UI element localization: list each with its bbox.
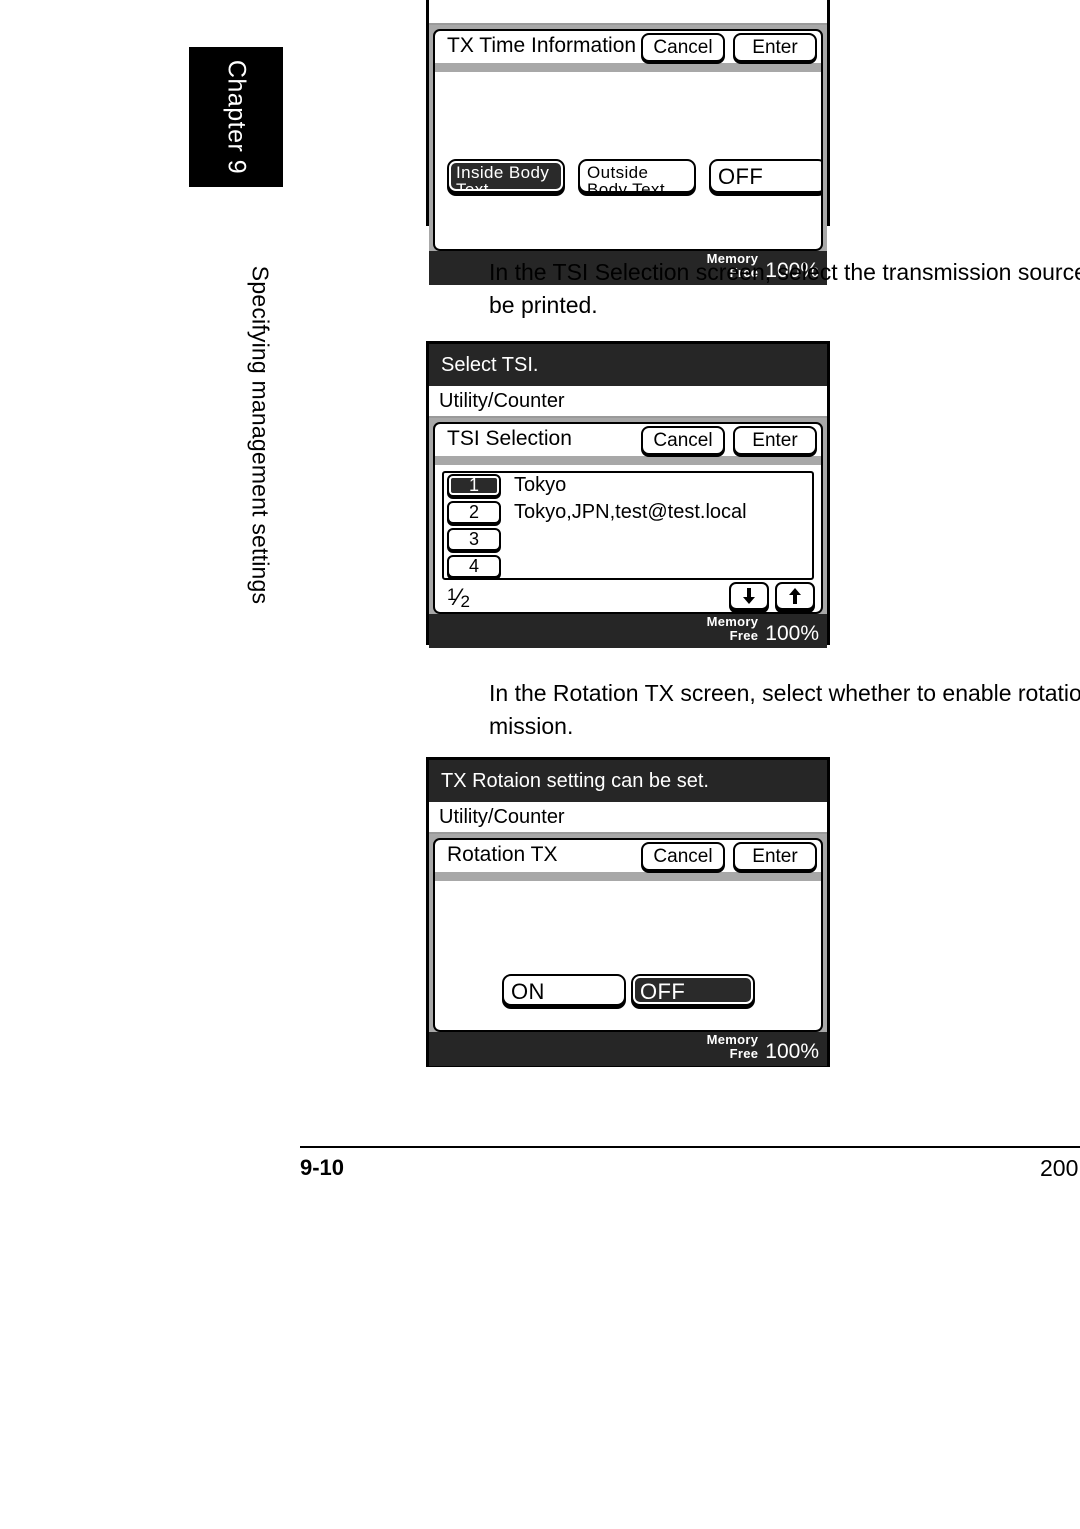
softkey-outside-body-text[interactable]: Outside Body Text	[578, 159, 696, 193]
lcd-panel-rotation-tx: TX Rotaion setting can be set. Utility/C…	[426, 757, 830, 1067]
running-head: Specifying management settings	[240, 225, 280, 645]
memory-label-line2: Free	[729, 1046, 759, 1061]
lcd-body-1: TX Time Information Cancel Enter Inside …	[429, 25, 827, 251]
dialog-title-2: TSI Selection	[447, 427, 572, 450]
dialog-tsi-selection: TSI Selection Cancel Enter 1 Tokyo 2 Tok…	[433, 422, 823, 614]
scroll-up-button[interactable]	[775, 582, 815, 610]
dialog-rotation-tx: Rotation TX Cancel Enter ON OFF	[433, 838, 823, 1032]
arrow-down-icon	[741, 587, 757, 605]
page-number: 9-10	[300, 1155, 345, 1180]
lcd-panel-tx-time-information: TX Time Information Cancel Enter Inside …	[426, 0, 830, 285]
arrow-up-icon	[787, 587, 803, 605]
chapter-tab-label: Chapter 9	[222, 59, 251, 175]
cancel-button-3[interactable]: Cancel	[641, 842, 725, 871]
cancel-button-2[interactable]: Cancel	[641, 426, 725, 455]
lcd-panel-tsi-selection: Select TSI. Utility/Counter TSI Selectio…	[426, 341, 830, 648]
dialog-titlebar-2: TSI Selection Cancel Enter	[435, 424, 821, 465]
list-item[interactable]: 1 Tokyo	[444, 473, 812, 500]
dialog-titlebar-3: Rotation TX Cancel Enter	[435, 840, 821, 881]
tsi-row-text-2: Tokyo,JPN,test@test.local	[514, 501, 747, 523]
memory-label-line1: Memory	[706, 614, 759, 629]
dialog-title-rule-1	[435, 63, 821, 72]
memory-percent-2: 100%	[765, 622, 819, 645]
lcd-body-2: TSI Selection Cancel Enter 1 Tokyo 2 Tok…	[429, 418, 827, 614]
memory-label-line1: Memory	[706, 1032, 759, 1047]
list-item[interactable]: 4	[444, 554, 812, 581]
chapter-tab: Chapter 9	[189, 47, 283, 187]
lcd-status-bar-2: Memory Free 100%	[429, 614, 827, 648]
tsi-number-key-2[interactable]: 2	[447, 501, 501, 524]
lcd-prompt-bar-2: Select TSI.	[429, 344, 827, 386]
lcd-menu-bar-3: Utility/Counter	[429, 802, 827, 834]
dialog-tx-time-information: TX Time Information Cancel Enter Inside …	[433, 29, 823, 251]
lcd-menu-bar-1	[429, 0, 827, 25]
footer-rule	[300, 1146, 1080, 1148]
manual-page: Chapter 9 Specifying management settings…	[0, 0, 1080, 1529]
memory-label-2: Memory Free	[707, 615, 759, 645]
body-paragraph-1: In the TSI Selection screen, select the …	[489, 259, 1080, 318]
cancel-button-1[interactable]: Cancel	[641, 33, 725, 62]
list-item[interactable]: 2 Tokyo,JPN,test@test.local	[444, 500, 812, 527]
lcd-menu-bar-2: Utility/Counter	[429, 386, 827, 418]
memory-label-3: Memory Free	[707, 1033, 759, 1063]
list-item[interactable]: 3	[444, 527, 812, 554]
tsi-number-key-3[interactable]: 3	[447, 528, 501, 551]
tsi-number-key-4[interactable]: 4	[447, 555, 501, 578]
softkey-inside-body-text[interactable]: Inside Body Text	[447, 159, 565, 193]
tsi-row-text-1: Tokyo	[514, 474, 567, 496]
dialog-title-rule-2	[435, 456, 821, 465]
scroll-down-button[interactable]	[729, 582, 769, 610]
tsi-number-key-1[interactable]: 1	[447, 474, 501, 497]
enter-button-3[interactable]: Enter	[733, 842, 817, 871]
lcd-prompt-bar-3: TX Rotaion setting can be set.	[429, 760, 827, 802]
softkey-rotation-on[interactable]: ON	[502, 974, 626, 1006]
softkey-off[interactable]: OFF	[709, 159, 821, 193]
running-head-label: Specifying management settings	[247, 265, 274, 605]
dialog-title-3: Rotation TX	[447, 843, 558, 866]
dialog-titlebar-1: TX Time Information Cancel Enter	[435, 31, 821, 72]
memory-percent-3: 100%	[765, 1040, 819, 1063]
softkey-rotation-off[interactable]: OFF	[631, 974, 755, 1006]
page-denominator: 2	[460, 592, 470, 611]
memory-indicator-2: Memory Free 100%	[707, 615, 819, 645]
tsi-list: 1 Tokyo 2 Tokyo,JPN,test@test.local 3 4	[442, 471, 814, 580]
page-indicator: 1⁄2	[447, 584, 470, 612]
dialog-title-rule-3	[435, 872, 821, 881]
lcd-status-bar-3: Memory Free 100%	[429, 1032, 827, 1066]
body-paragraph-2: In the Rotation TX screen, select whethe…	[489, 680, 1080, 739]
memory-label-line2: Free	[729, 628, 759, 643]
dialog-title-1: TX Time Information	[447, 34, 637, 57]
lcd-body-3: Rotation TX Cancel Enter ON OFF	[429, 834, 827, 1032]
enter-button-2[interactable]: Enter	[733, 426, 817, 455]
memory-indicator-3: Memory Free 100%	[707, 1033, 819, 1063]
footer-right-text: 200	[1040, 1155, 1079, 1181]
enter-button-1[interactable]: Enter	[733, 33, 817, 62]
page-numerator: 1	[447, 585, 457, 604]
